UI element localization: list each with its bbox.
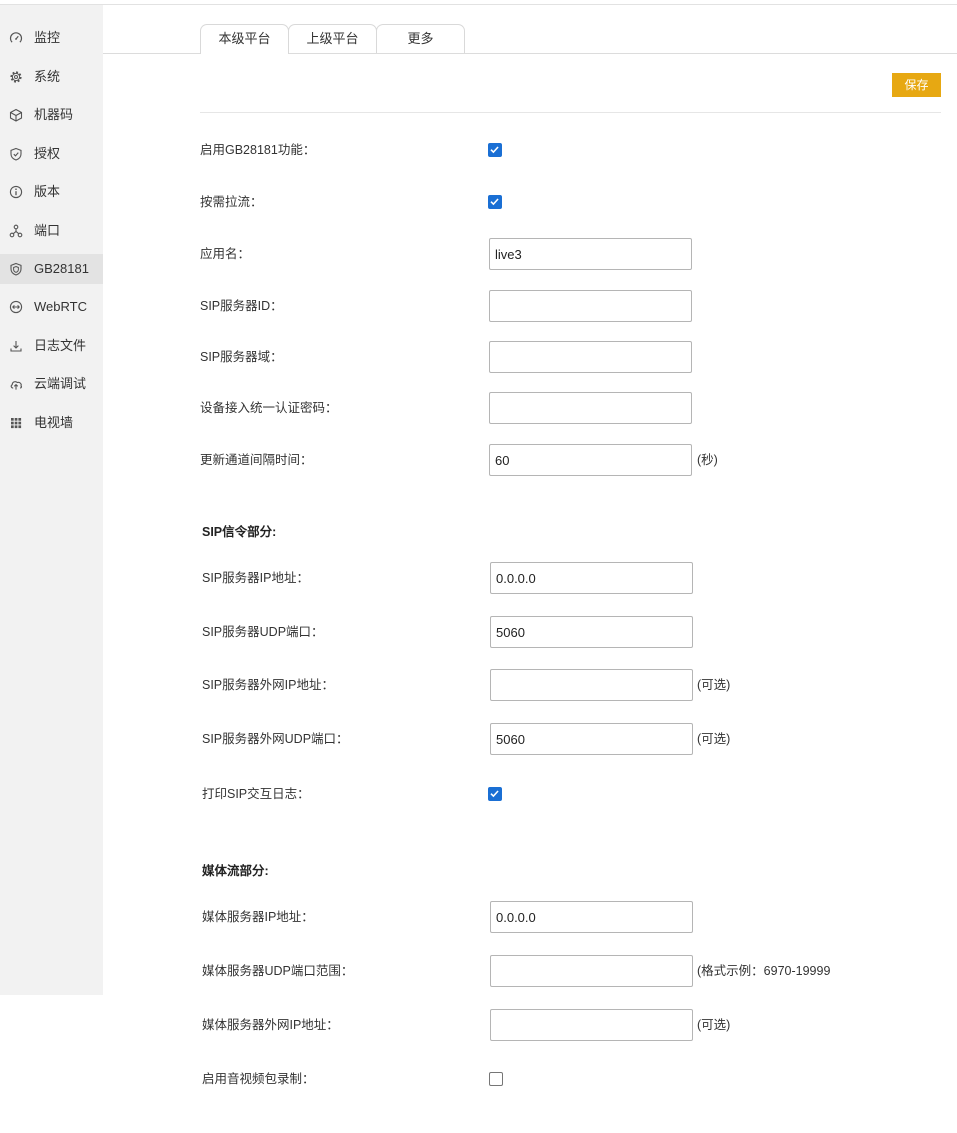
seconds-unit-label: (秒) — [697, 453, 718, 467]
media-external-ip-label: 媒体服务器外网IP地址： — [202, 1018, 339, 1032]
channel-update-interval-label: 更新通道间隔时间： — [200, 453, 313, 467]
sip-server-domain-row: SIP服务器域： — [0, 341, 957, 373]
device-auth-password-row: 设备接入统一认证密码： — [0, 392, 957, 424]
media-server-ip-input[interactable] — [490, 901, 693, 933]
sip-server-domain-input[interactable] — [489, 341, 692, 373]
app-name-label: 应用名： — [200, 247, 251, 261]
optional-label: (可选) — [697, 732, 731, 746]
sidebar-item-monitor[interactable]: 监控 — [0, 23, 103, 53]
media-external-ip-input[interactable] — [490, 1009, 693, 1041]
sidebar-item-label: 系统 — [34, 69, 61, 84]
optional-label: (可选) — [697, 1018, 731, 1032]
device-auth-password-label: 设备接入统一认证密码： — [200, 401, 338, 415]
gear-icon — [9, 70, 23, 84]
media-section-title: 媒体流部分: — [202, 864, 269, 878]
tab-local-platform[interactable]: 本级平台 — [200, 24, 289, 54]
tab-more[interactable]: 更多 — [376, 24, 465, 53]
sip-server-id-input[interactable] — [489, 290, 692, 322]
sip-server-udp-port-input[interactable] — [490, 616, 693, 648]
sip-server-id-label: SIP服务器ID： — [200, 299, 283, 313]
sidebar-item-label: 监控 — [34, 30, 61, 45]
cloud-upload-icon — [9, 377, 23, 391]
log-sip-row: 打印SIP交互日志： — [0, 778, 957, 810]
top-border — [0, 4, 957, 5]
cube-icon — [9, 108, 23, 122]
channel-update-interval-input[interactable] — [489, 444, 692, 476]
format-example-label: (格式示例：6970-19999 — [697, 964, 831, 978]
media-udp-port-range-label: 媒体服务器UDP端口范围： — [202, 964, 354, 978]
enable-gb28181-checkbox[interactable] — [488, 143, 502, 157]
sip-server-udp-port-label: SIP服务器UDP端口： — [202, 625, 324, 639]
checkmark-icon — [490, 198, 499, 206]
sip-external-ip-input[interactable] — [490, 669, 693, 701]
sip-server-ip-input[interactable] — [490, 562, 693, 594]
on-demand-pull-checkbox[interactable] — [488, 195, 502, 209]
media-server-ip-label: 媒体服务器IP地址： — [202, 910, 314, 924]
log-sip-label: 打印SIP交互日志： — [202, 787, 310, 801]
toolbar-divider — [200, 112, 941, 113]
optional-label: (可选) — [697, 678, 731, 692]
media-external-ip-row: 媒体服务器外网IP地址： (可选) — [0, 1009, 957, 1041]
tab-upper-platform[interactable]: 上级平台 — [288, 24, 377, 53]
device-auth-password-input[interactable] — [489, 392, 692, 424]
channel-update-interval-row: 更新通道间隔时间： (秒) — [0, 444, 957, 476]
sip-server-ip-label: SIP服务器IP地址： — [202, 571, 309, 585]
sip-section-title: SIP信令部分: — [202, 525, 277, 539]
sip-external-udp-port-label: SIP服务器外网UDP端口： — [202, 732, 349, 746]
media-udp-port-range-row: 媒体服务器UDP端口范围： (格式示例：6970-19999 — [0, 955, 957, 987]
log-sip-checkbox[interactable] — [488, 787, 502, 801]
enable-gb28181-row: 启用GB28181功能： — [0, 134, 957, 166]
sip-server-ip-row: SIP服务器IP地址： — [0, 562, 957, 594]
sip-server-domain-label: SIP服务器域： — [200, 350, 283, 364]
sip-server-udp-port-row: SIP服务器UDP端口： — [0, 616, 957, 648]
on-demand-pull-row: 按需拉流： — [0, 186, 957, 218]
sidebar-item-label: 机器码 — [34, 107, 74, 122]
save-button[interactable]: 保存 — [892, 73, 941, 97]
app-name-input[interactable] — [489, 238, 692, 270]
enable-recording-label: 启用音视频包录制： — [202, 1072, 315, 1086]
on-demand-pull-label: 按需拉流： — [200, 195, 263, 209]
network-icon — [9, 224, 23, 238]
sip-server-id-row: SIP服务器ID： — [0, 290, 957, 322]
gauge-icon — [9, 31, 23, 45]
app-name-row: 应用名： — [0, 238, 957, 270]
sip-external-udp-port-row: SIP服务器外网UDP端口： (可选) — [0, 723, 957, 755]
media-udp-port-range-input[interactable] — [490, 955, 693, 987]
media-server-ip-row: 媒体服务器IP地址： — [0, 901, 957, 933]
checkmark-icon — [490, 146, 499, 154]
checkmark-icon — [490, 790, 499, 798]
sidebar-item-system[interactable]: 系统 — [0, 62, 103, 92]
sip-external-ip-row: SIP服务器外网IP地址： (可选) — [0, 669, 957, 701]
sip-external-udp-port-input[interactable] — [490, 723, 693, 755]
sip-external-ip-label: SIP服务器外网IP地址： — [202, 678, 334, 692]
enable-recording-checkbox[interactable] — [489, 1072, 503, 1086]
sidebar-item-machine-code[interactable]: 机器码 — [0, 100, 103, 130]
enable-recording-row: 启用音视频包录制： — [0, 1063, 957, 1095]
enable-gb28181-label: 启用GB28181功能： — [200, 143, 316, 157]
